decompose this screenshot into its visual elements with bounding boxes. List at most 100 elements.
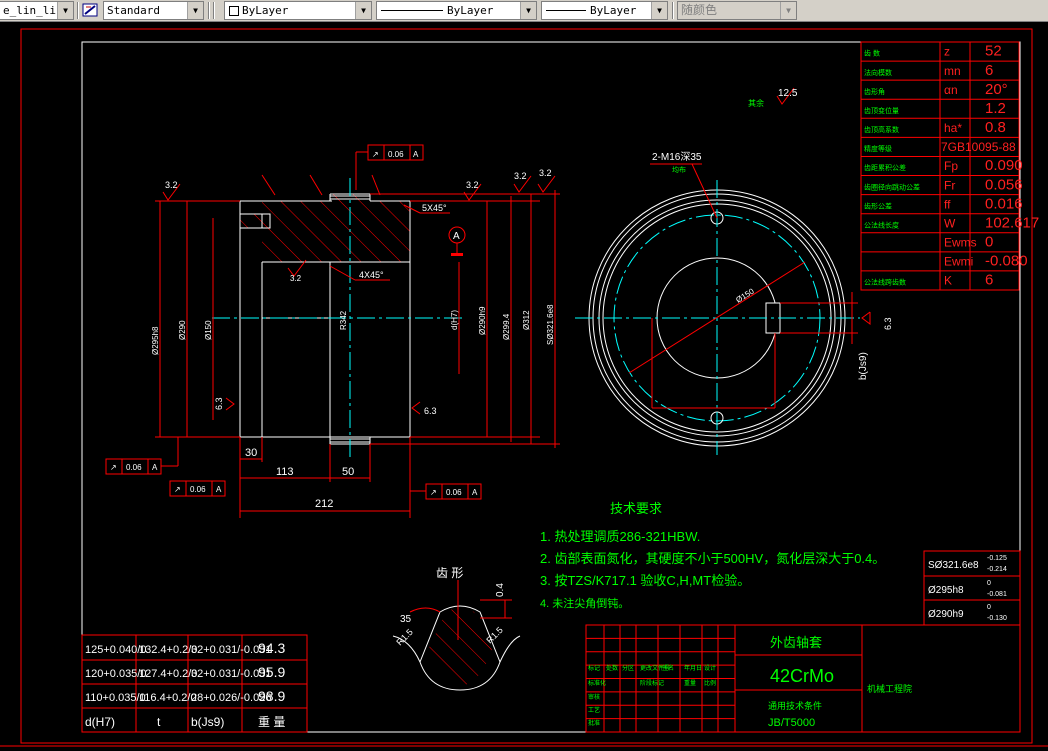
title-block-label: 处数: [606, 664, 618, 672]
roughness-label: 3.2: [514, 171, 527, 181]
roughness-label: 12.5: [778, 88, 798, 99]
tech-item-1: 1. 热处理调质286-321HBW.: [540, 529, 700, 544]
title-block-label: 标记: [588, 664, 600, 672]
fit-name: Ø290h9: [928, 609, 964, 620]
linetype-combo[interactable]: ByLayer ▼: [376, 1, 537, 20]
param-label: 齿形公差: [864, 201, 892, 210]
param-symbol: αn: [944, 83, 958, 97]
param-value: 0.090: [985, 157, 1023, 174]
chevron-down-icon[interactable]: ▼: [57, 2, 73, 19]
keyway-cell: 110+0.035/0: [85, 692, 146, 704]
param-value: 0.056: [985, 176, 1023, 193]
chevron-down-icon[interactable]: ▼: [520, 2, 536, 19]
param-label: 精度等级: [864, 144, 892, 153]
dim-d299: Ø299.4: [502, 313, 511, 340]
param-value: 1.2: [985, 100, 1006, 117]
fit-name: Ø295h8: [928, 585, 964, 596]
title-block-label: 工艺: [588, 706, 600, 714]
svg-text:↗: ↗: [174, 485, 181, 494]
param-symbol: ha*: [944, 121, 962, 135]
keyway-cell: 94.3: [258, 640, 285, 656]
param-symbol: z: [944, 45, 950, 59]
title-block: 标记 处数 分区 更改文件号签名 年月日 设计标准化审核工艺批准阶段标记 重量 比例 外齿轴套…: [585, 624, 1021, 733]
keyway-header: t: [157, 715, 161, 729]
svg-text:0.4: 0.4: [495, 583, 506, 597]
param-label: 齿距累积公差: [864, 163, 906, 172]
param-value: 20°: [985, 81, 1008, 98]
param-symbol: Fp: [944, 159, 958, 173]
roughness-label: 3.2: [165, 180, 178, 190]
textstyle-icon[interactable]: [82, 2, 100, 19]
color-combo[interactable]: ByLayer ▼: [224, 1, 372, 20]
chevron-down-icon[interactable]: ▼: [355, 2, 371, 19]
svg-text:R1.5: R1.5: [484, 625, 505, 646]
dim-d295: Ø295h8: [151, 326, 160, 355]
keyway-cell: 132.4+0.2/0: [139, 644, 197, 656]
svg-text:A: A: [472, 488, 478, 497]
layer-combo[interactable]: e_lin_lin ▼: [0, 1, 74, 20]
param-value: -0.080: [985, 253, 1028, 270]
param-value: 0: [985, 234, 993, 251]
chevron-down-icon[interactable]: ▼: [651, 2, 667, 19]
dim-d290h9: Ø290h9: [478, 306, 487, 335]
svg-text:↗: ↗: [110, 463, 117, 472]
param-value: 0.016: [985, 195, 1023, 212]
param-symbol: Ewmi: [944, 255, 973, 269]
roughness-label: 3.2: [290, 274, 302, 283]
title-block-label: 阶段标记: [640, 679, 664, 687]
lineweight-combo[interactable]: ByLayer ▼: [541, 1, 668, 20]
fit-lower: -0.130: [987, 615, 1007, 622]
param-label: 齿形角: [864, 87, 885, 96]
dim-d150: Ø150: [204, 320, 213, 340]
dim-212: 212: [315, 498, 333, 510]
title-block-label: 标准化: [588, 679, 606, 687]
svg-text:A: A: [152, 463, 158, 472]
tech-item-2: 2. 齿部表面氮化，其硬度不小于500HV，氮化层深大于0.4。: [540, 551, 885, 566]
thread-callout: 2-M16深35: [652, 151, 702, 163]
title-block-label: 比例: [704, 679, 716, 687]
svg-text:↗: ↗: [430, 488, 437, 497]
fit-lower: -0.214: [987, 566, 1007, 573]
roughness-label: 6.3: [214, 397, 224, 410]
param-symbol: W: [944, 216, 956, 230]
param-value: 52: [985, 43, 1002, 60]
title-block-label: 重量: [684, 679, 696, 687]
keyway-header: d(H7): [85, 715, 115, 729]
gear-sleeve-section-view: [212, 178, 462, 460]
datum-a: A: [453, 231, 460, 242]
svg-text:R1.5: R1.5: [394, 627, 415, 648]
keyway-header: b(Js9): [191, 715, 224, 729]
param-label: 公法线长度: [864, 220, 899, 229]
param-symbol: Ewms: [944, 236, 977, 250]
param-symbol: Fr: [944, 178, 955, 192]
param-symbol: ff: [944, 197, 951, 211]
drawing-canvas[interactable]: 齿 数 z 52 法向模数 mn 6 齿形角 αn 20° 齿顶变位量 1.2 齿顶高系数 ha* 0.8…: [0, 22, 1048, 751]
line-sample-icon: [546, 10, 586, 11]
fit-upper: -0.125: [987, 555, 1007, 562]
tolerance-frame-bottom-left: ↗ 0.06 A: [169, 480, 226, 497]
svg-text:0.06: 0.06: [388, 150, 404, 159]
param-label: 法向模数: [864, 68, 892, 77]
dim-113: 113: [276, 466, 294, 478]
title-block-label: 分区: [622, 664, 634, 672]
keyway-cell: 127.4+0.2/0: [139, 668, 197, 680]
textstyle-combo[interactable]: Standard ▼: [103, 1, 204, 20]
company: 机械工程院: [867, 683, 912, 694]
tech-title: 技术要求: [610, 501, 662, 516]
fit-lower: -0.081: [987, 591, 1007, 598]
spec-label: 通用技术条件: [768, 700, 822, 711]
title-block-label: 审核: [588, 693, 600, 701]
svg-text:A: A: [216, 485, 222, 494]
keyway-cell: 125+0.040/0: [85, 644, 146, 656]
svg-text:0.06: 0.06: [190, 485, 206, 494]
keyway-cell: 116.4+0.2/0: [139, 692, 197, 704]
chevron-down-icon[interactable]: ▼: [187, 2, 203, 19]
tolerance-frame-bottom-right: ↗ 0.06 A: [410, 483, 482, 500]
title-block-label: 年月日: [684, 664, 702, 672]
svg-text:0.06: 0.06: [126, 463, 142, 472]
keyway-header: 重 量: [258, 715, 285, 729]
color-swatch-icon: [229, 6, 239, 16]
technical-requirements: 技术要求 1. 热处理调质286-321HBW. 2. 齿部表面氮化，其硬度不小…: [540, 501, 885, 610]
fit-tolerance-table: SØ321.6e8 -0.125 -0.214 Ø295h8 0 -0.081 Ø290h9…: [923, 550, 1021, 626]
material: 42CrMo: [770, 666, 834, 686]
